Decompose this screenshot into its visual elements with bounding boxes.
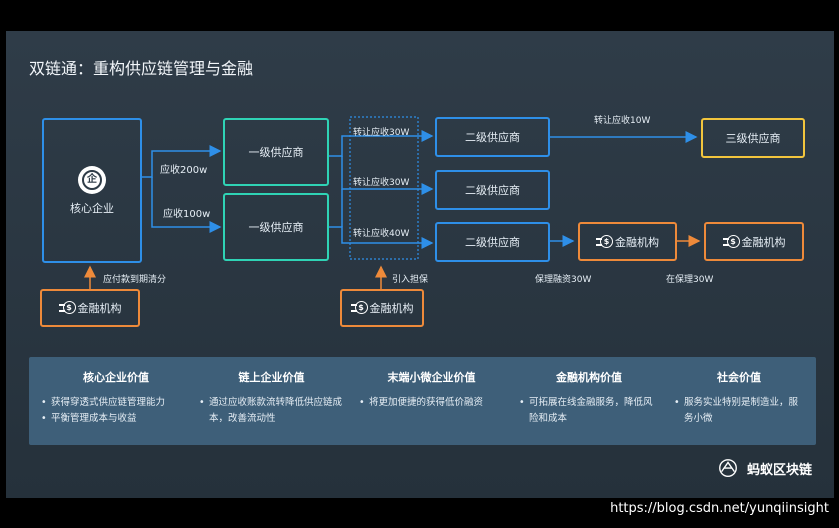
financial-institution-left: 金融机构: [40, 289, 140, 327]
tier1-supplier-a: 一级供应商: [223, 118, 329, 186]
ant-logo-icon: [719, 459, 737, 477]
financial-institution-mid: 金融机构: [340, 289, 424, 327]
value-column-chain: 链上企业价值 通过应收账款流转降低供应链成本，改善流动性: [199, 369, 344, 427]
tier2-supplier-c-label: 二级供应商: [465, 236, 520, 249]
value-column-financial: 金融机构价值 可拓展在线金融服务，降低风险和成本: [519, 369, 659, 427]
value-column-core: 核心企业价值 获得穿透式供应链管理能力 平衡管理成本与收益: [41, 369, 191, 427]
value-panel: 核心企业价值 获得穿透式供应链管理能力 平衡管理成本与收益 链上企业价值 通过应…: [29, 357, 816, 445]
tier2-supplier-b: 二级供应商: [435, 170, 550, 210]
tier1-supplier-b-label: 一级供应商: [248, 221, 304, 234]
edge-label-transfer-30-b: 转让应收30W: [353, 178, 410, 188]
coin-icon: [350, 301, 368, 314]
edge-label-factoring: 保理融资30W: [535, 275, 592, 285]
edge-label-guarantee: 引入担保: [392, 275, 429, 285]
edge-tier1-tier2a: [329, 130, 434, 157]
core-enterprise-node: 企 核心企业: [42, 118, 142, 263]
ant-blockchain-logo: 蚂蚁区块链: [717, 457, 812, 479]
tier2-supplier-b-label: 二级供应商: [465, 184, 520, 197]
edge-label-pay-clear: 应付款到期清分: [103, 275, 167, 285]
coin-icon: [58, 301, 76, 314]
financial-institution-right-2: 金融机构: [704, 222, 804, 261]
edge-label-transfer-30-a: 转让应收30W: [353, 128, 410, 138]
coin-icon: [596, 234, 613, 248]
coin-icon: [722, 234, 740, 248]
tier1-supplier-b: 一级供应商: [223, 193, 329, 261]
tier1-supplier-a-label: 一级供应商: [248, 146, 304, 159]
tier2-supplier-a: 二级供应商: [435, 117, 550, 157]
watermark: https://blog.csdn.net/yunqiinsight: [610, 501, 829, 516]
logo-text: 蚂蚁区块链: [746, 462, 812, 478]
edge-label-transfer-10: 转让应收10W: [594, 116, 651, 126]
value-column-social: 社会价值 服务实业特别是制造业，服务小微: [674, 369, 804, 427]
tier3-supplier-label: 三级供应商: [725, 132, 781, 145]
edge-label-transfer-40: 转让应收40W: [353, 229, 410, 239]
tier3-supplier: 三级供应商: [701, 118, 805, 158]
slide: 双链通：重构供应链管理与金融 企 核心企业 一级供应商 一级供应商 二级供应商 …: [6, 31, 834, 498]
enterprise-icon: 企: [78, 165, 106, 194]
edge-label-refactoring: 在保理30W: [666, 275, 714, 285]
tier2-supplier-a-label: 二级供应商: [465, 131, 520, 144]
tier2-supplier-c: 二级供应商: [435, 222, 550, 262]
edge-label-receive-200: 应收200w: [160, 165, 208, 176]
core-enterprise-label: 核心企业: [70, 201, 114, 215]
financial-institution-right-1: 金融机构: [578, 222, 677, 261]
value-column-sme: 末端小微企业价值 将更加便捷的获得低价融资: [359, 369, 504, 411]
edge-label-receive-100: 应收100w: [163, 209, 211, 220]
